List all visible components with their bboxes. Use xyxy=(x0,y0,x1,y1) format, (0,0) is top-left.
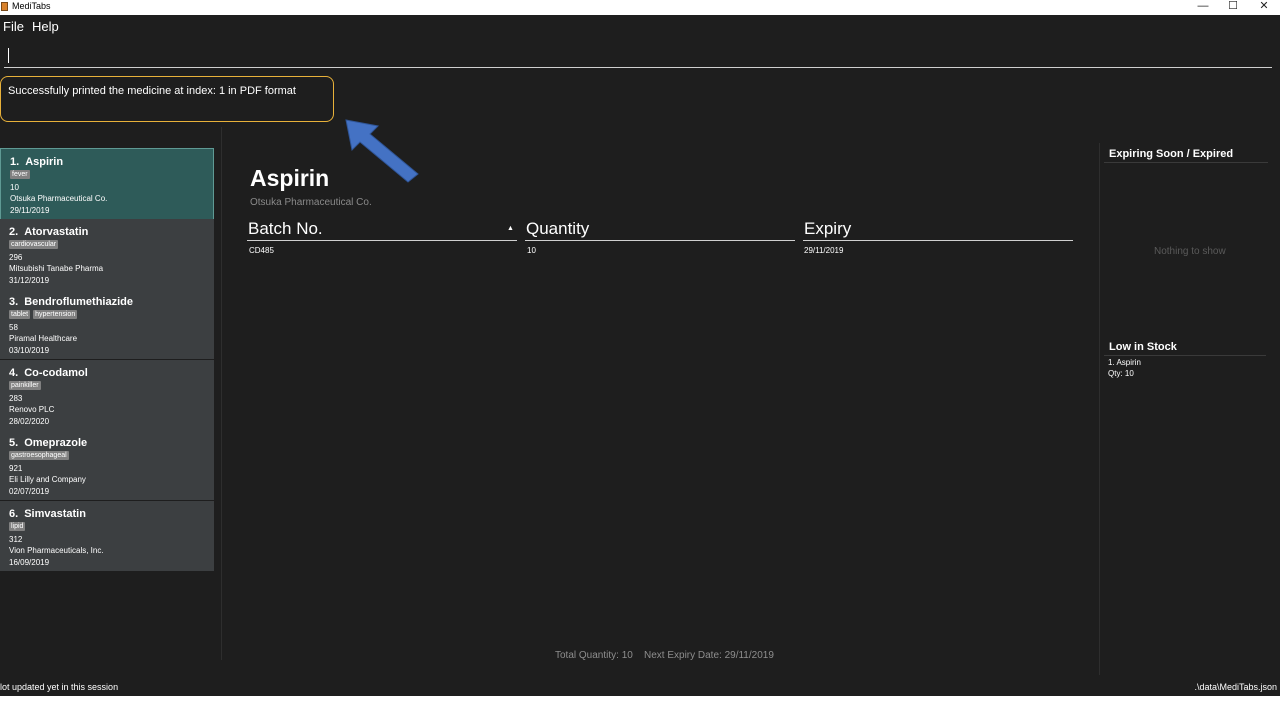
medicine-card-expiry: 02/07/2019 xyxy=(9,487,50,496)
menu-bar: File Help xyxy=(0,15,1280,39)
medicine-card-title: 1. Aspirin xyxy=(10,156,63,168)
expiring-empty-message: Nothing to show xyxy=(1154,246,1226,257)
menu-file[interactable]: File xyxy=(3,19,24,34)
medicine-card-company: Piramal Healthcare xyxy=(9,334,78,343)
column-header-quantity[interactable]: Quantity xyxy=(526,219,589,239)
medicine-card-index: 2. xyxy=(9,226,19,238)
tag-badge: tablet xyxy=(9,310,31,319)
medicine-card-name: Bendroflumethiazide xyxy=(24,296,133,308)
medicine-card-index: 6. xyxy=(9,508,19,520)
medicine-card[interactable]: 5. Omeprazole gastroesophageal 921 Eli Lilly… xyxy=(0,430,214,500)
medicine-card-quantity: 10 xyxy=(10,183,19,192)
table-cell-quantity[interactable]: 10 xyxy=(527,246,536,255)
medicine-card[interactable]: 6. Simvastatin lipid 312 Vion Pharmaceutical… xyxy=(0,501,214,571)
medicine-card-index: 4. xyxy=(9,367,19,379)
column-underline xyxy=(803,240,1073,241)
window-bottom-edge xyxy=(0,696,1280,720)
table-cell-expiry[interactable]: 29/11/2019 xyxy=(804,246,843,255)
medicine-card-tags: tablet hypertension xyxy=(9,310,80,328)
annotation-arrow-icon xyxy=(345,119,419,183)
tag-badge: fever xyxy=(10,170,30,179)
table-cell-batch[interactable]: CD485 xyxy=(249,246,274,255)
command-input[interactable] xyxy=(4,45,1272,68)
maximize-icon[interactable]: ☐ xyxy=(1218,0,1248,15)
minimize-icon[interactable]: — xyxy=(1188,0,1218,15)
medicine-card-quantity: 312 xyxy=(9,535,23,544)
medicine-card-title: 4. Co-codamol xyxy=(9,367,88,379)
medicine-card[interactable]: 1. Aspirin fever 10 Otsuka Pharmaceutical Co… xyxy=(0,148,214,220)
text-caret xyxy=(8,48,9,63)
tag-badge: cardiovascular xyxy=(9,240,59,249)
status-bar: lot updated yet in this session .\data\M… xyxy=(0,680,1280,696)
medicine-card-expiry: 29/11/2019 xyxy=(10,206,50,215)
low-stock-item-name[interactable]: 1. Aspirin xyxy=(1108,358,1141,367)
medicine-card-expiry: 16/09/2019 xyxy=(9,558,50,567)
medicine-card[interactable]: 3. Bendroflumethiazide tablet hypertension 5… xyxy=(0,289,214,359)
column-underline xyxy=(525,240,795,241)
low-stock-item-qty: Qty: 10 xyxy=(1108,369,1134,378)
tag-badge: gastroesophageal xyxy=(9,451,69,460)
left-divider xyxy=(221,127,222,660)
medicine-card-quantity: 296 xyxy=(9,253,23,262)
sort-ascending-icon[interactable]: ▲ xyxy=(507,225,514,232)
close-icon[interactable]: ✕ xyxy=(1249,0,1279,15)
medicine-card-company: Otsuka Pharmaceutical Co. xyxy=(10,194,108,203)
menu-help[interactable]: Help xyxy=(32,19,59,34)
medicine-card-index: 5. xyxy=(9,437,19,449)
result-display: Successfully printed the medicine at ind… xyxy=(0,76,334,122)
medicine-card-title: 2. Atorvastatin xyxy=(9,226,88,238)
medicine-card-index: 3. xyxy=(9,296,19,308)
medicine-card-expiry: 31/12/2019 xyxy=(9,276,50,285)
medicine-card-name: Atorvastatin xyxy=(24,226,89,238)
next-expiry: Next Expiry Date: 29/11/2019 xyxy=(644,650,774,661)
medicine-card-title: 5. Omeprazole xyxy=(9,437,87,449)
medicine-card-name: Simvastatin xyxy=(24,508,86,520)
medicine-card[interactable]: 2. Atorvastatin cardiovascular 296 Mitsubish… xyxy=(0,219,214,289)
low-stock-underline xyxy=(1104,355,1266,356)
column-underline xyxy=(247,240,517,241)
medicine-card[interactable]: 4. Co-codamol painkiller 283 Renovo PLC 28/02… xyxy=(0,360,214,430)
status-last-updated: lot updated yet in this session xyxy=(0,682,119,692)
right-divider xyxy=(1099,143,1100,675)
expiring-title: Expiring Soon / Expired xyxy=(1109,148,1234,160)
status-file-path: .\data\MediTabs.json xyxy=(1194,682,1277,692)
medicine-card-name: Co-codamol xyxy=(24,367,88,379)
medicine-card-quantity: 58 xyxy=(9,323,18,332)
window-titlebar: MediTabs — ☐ ✕ xyxy=(0,0,1280,15)
medicine-list: 1. Aspirin fever 10 Otsuka Pharmaceutical Co… xyxy=(0,132,214,572)
window-title: MediTabs xyxy=(12,1,51,11)
tag-badge: painkiller xyxy=(9,381,41,390)
medicine-card-quantity: 921 xyxy=(9,464,23,473)
medicine-card-title: 6. Simvastatin xyxy=(9,508,86,520)
batch-table xyxy=(247,215,1073,635)
medicine-card-title: 3. Bendroflumethiazide xyxy=(9,296,133,308)
column-header-batch[interactable]: Batch No. xyxy=(248,219,323,239)
detail-medicine-name: Aspirin xyxy=(250,165,330,191)
column-header-expiry[interactable]: Expiry xyxy=(804,219,851,239)
medicine-card-quantity: 283 xyxy=(9,394,23,403)
medicine-card-name: Omeprazole xyxy=(24,437,88,449)
medicine-card-company: Mitsubishi Tanabe Pharma xyxy=(9,264,104,273)
app-icon xyxy=(1,2,8,11)
total-quantity: Total Quantity: 10 xyxy=(555,650,633,661)
medicine-card-expiry: 28/02/2020 xyxy=(9,417,50,426)
tag-badge: lipid xyxy=(9,522,26,531)
expiring-underline xyxy=(1104,162,1268,163)
medicine-card-company: Vion Pharmaceuticals, Inc. xyxy=(9,546,104,555)
medicine-card-expiry: 03/10/2019 xyxy=(9,346,50,355)
low-stock-title: Low in Stock xyxy=(1109,341,1177,353)
medicine-card-company: Eli Lilly and Company xyxy=(9,475,86,484)
medicine-card-name: Aspirin xyxy=(25,156,64,168)
medicine-card-index: 1. xyxy=(10,156,20,168)
medicine-card-company: Renovo PLC xyxy=(9,405,55,414)
detail-company: Otsuka Pharmaceutical Co. xyxy=(250,197,372,208)
result-message: Successfully printed the medicine at ind… xyxy=(8,85,296,97)
tag-badge: hypertension xyxy=(33,310,78,319)
